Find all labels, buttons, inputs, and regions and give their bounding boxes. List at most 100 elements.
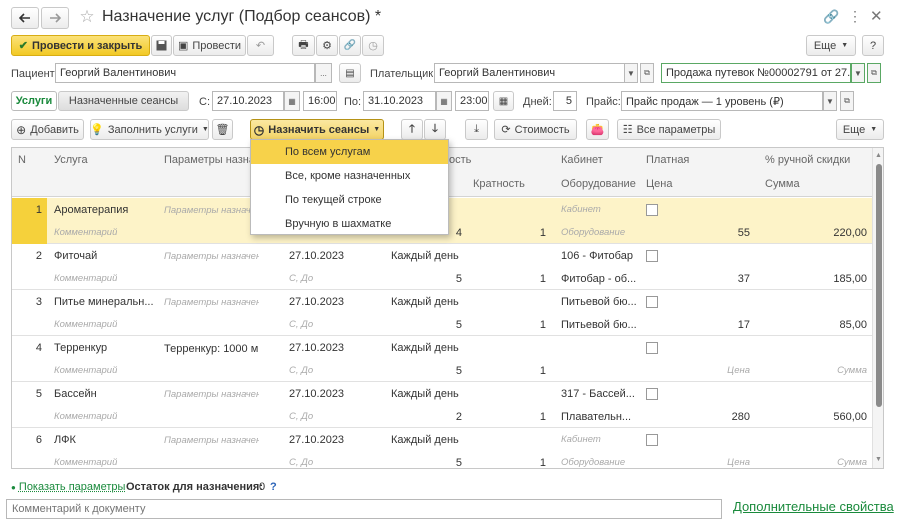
multiplicity[interactable]: 1 xyxy=(512,457,546,468)
service-name[interactable]: Ароматерапия xyxy=(54,204,159,216)
wallet-button[interactable]: 👛 xyxy=(586,119,609,140)
cost-button[interactable]: ⟳ Стоимость xyxy=(494,119,577,140)
start-date[interactable]: 27.10.2023 xyxy=(289,388,344,400)
menu-item-all-services[interactable]: По всем услугам xyxy=(251,140,448,164)
price-list-field[interactable]: Прайс продаж — 1 уровень (₽) xyxy=(621,91,823,111)
table-more-button[interactable]: Еще ▼ xyxy=(836,119,884,140)
table-row[interactable]: 2 Фиточай Комментарий Параметры назначения 2… xyxy=(12,244,872,290)
date-range-placeholder[interactable]: С, До xyxy=(289,411,313,422)
time-from-field[interactable]: 16:00 xyxy=(303,91,337,111)
assignment-params[interactable]: Параметры назначения xyxy=(164,389,259,400)
scroll-down-icon[interactable]: ▼ xyxy=(875,456,882,463)
sale-open-button[interactable]: ⧉ xyxy=(867,63,881,83)
start-date[interactable]: 27.10.2023 xyxy=(289,434,344,446)
sale-document-field[interactable]: Продажа путевок №00002791 от 27.10. xyxy=(661,63,851,83)
close-icon[interactable]: ✕ xyxy=(870,7,883,25)
menu-item-except-assigned[interactable]: Все, кроме назначенных xyxy=(251,164,448,188)
patient-field[interactable]: Георгий Валентинович xyxy=(55,63,315,83)
comment-placeholder[interactable]: Комментарий xyxy=(54,273,117,284)
service-name[interactable]: Терренкур xyxy=(54,342,159,354)
paid-checkbox[interactable] xyxy=(646,204,658,216)
price-dropdown[interactable]: ▼ xyxy=(823,91,837,111)
sum[interactable]: 85,00 xyxy=(802,319,867,331)
start-date[interactable]: 27.10.2023 xyxy=(289,342,344,354)
room[interactable]: Кабинет xyxy=(561,434,636,445)
assignment-params[interactable]: Параметры назначения xyxy=(164,297,259,308)
payer-field[interactable]: Георгий Валентинович xyxy=(434,63,626,83)
frequency[interactable]: Каждый день xyxy=(391,388,459,400)
back-button[interactable] xyxy=(11,7,39,29)
additional-properties-link[interactable]: Дополнительные свойства xyxy=(733,499,894,514)
frequency[interactable]: Каждый день xyxy=(391,296,459,308)
equipment[interactable]: Фитобар - об... xyxy=(561,273,636,285)
sum[interactable]: Сумма xyxy=(802,365,867,376)
paid-checkbox[interactable] xyxy=(646,296,658,308)
quantity[interactable]: 2 xyxy=(432,411,462,423)
scroll-up-icon[interactable]: ▲ xyxy=(875,152,882,159)
delete-button[interactable]: 🗑 xyxy=(212,119,233,140)
quantity[interactable]: 5 xyxy=(432,273,462,285)
menu-kebab-icon[interactable]: ⋮ xyxy=(848,8,862,25)
assign-sessions-button[interactable]: ◷ Назначить сеансы ▼ xyxy=(250,119,384,140)
equipment[interactable]: Оборудование xyxy=(561,227,636,238)
add-button[interactable]: ⊕ Добавить xyxy=(11,119,84,140)
scroll-thumb[interactable] xyxy=(876,164,882,407)
table-row[interactable]: 4 Терренкур Комментарий Терренкур: 1000 м. 2… xyxy=(12,336,872,382)
vertical-scrollbar[interactable]: ▲ ▼ xyxy=(872,148,883,468)
start-date[interactable]: 27.10.2023 xyxy=(289,250,344,262)
sum[interactable]: 220,00 xyxy=(802,227,867,239)
paid-checkbox[interactable] xyxy=(646,250,658,262)
sum[interactable]: 560,00 xyxy=(802,411,867,423)
multiplicity[interactable]: 1 xyxy=(512,319,546,331)
post-button[interactable]: ▣ Провести xyxy=(173,35,246,56)
price[interactable]: Цена xyxy=(692,365,750,376)
sum[interactable]: Сумма xyxy=(802,457,867,468)
all-params-button[interactable]: ☷ Все параметры xyxy=(617,119,721,140)
time-to-field[interactable]: 23:00 xyxy=(455,91,489,111)
comment-placeholder[interactable]: Комментарий xyxy=(54,411,117,422)
frequency[interactable]: Каждый день xyxy=(391,250,459,262)
post-and-close-button[interactable]: ✔ Провести и закрыть xyxy=(11,35,150,56)
menu-item-current-row[interactable]: По текущей строке xyxy=(251,188,448,212)
table-row[interactable]: 3 Питье минеральн... Комментарий Параметры … xyxy=(12,290,872,336)
date-range-placeholder[interactable]: С, До xyxy=(289,365,313,376)
sum[interactable]: 185,00 xyxy=(802,273,867,285)
cancel-post-button[interactable]: ↶ xyxy=(247,35,274,56)
forward-button[interactable] xyxy=(41,7,69,29)
room[interactable]: Кабинет xyxy=(561,204,636,215)
assignment-params[interactable]: Параметры назначения xyxy=(164,205,259,216)
history-button[interactable]: ◷ xyxy=(362,35,384,56)
payer-open-button[interactable]: ⧉ xyxy=(640,63,654,83)
schedule-button[interactable]: ▦ xyxy=(493,91,514,111)
date-to-calendar[interactable]: ▦ xyxy=(436,91,452,111)
help-button[interactable]: ? xyxy=(862,35,884,56)
more-button[interactable]: Еще ▼ xyxy=(806,35,856,56)
move-up-button[interactable]: 🡑 xyxy=(401,119,423,140)
show-params-link[interactable]: ● Показать параметры xyxy=(11,481,125,493)
service-name[interactable]: Питье минеральн... xyxy=(54,296,159,308)
tab-services[interactable]: Услуги xyxy=(11,91,57,111)
paid-checkbox[interactable] xyxy=(646,388,658,400)
start-date[interactable]: 27.10.2023 xyxy=(289,296,344,308)
price[interactable]: 280 xyxy=(692,411,750,423)
room[interactable]: 106 - Фитобар xyxy=(561,250,636,262)
paid-checkbox[interactable] xyxy=(646,342,658,354)
table-row[interactable]: 6 ЛФК Комментарий Параметры назначения 27.10… xyxy=(12,428,872,468)
patient-card-button[interactable]: ▤ xyxy=(339,63,361,83)
multiplicity[interactable]: 1 xyxy=(512,365,546,377)
tab-assigned-sessions[interactable]: Назначенные сеансы xyxy=(58,91,189,111)
remaining-help-link[interactable]: ? xyxy=(270,481,277,493)
equipment[interactable]: Плавательн... xyxy=(561,411,636,423)
save-button[interactable] xyxy=(151,35,172,56)
structure-button[interactable]: ⚙ xyxy=(316,35,338,56)
move-down-button[interactable]: 🡓 xyxy=(424,119,446,140)
paid-checkbox[interactable] xyxy=(646,434,658,446)
service-name[interactable]: Бассейн xyxy=(54,388,159,400)
date-to-field[interactable]: 31.10.2023 xyxy=(363,91,436,111)
comment-placeholder[interactable]: Комментарий xyxy=(54,457,117,468)
comment-placeholder[interactable]: Комментарий xyxy=(54,319,117,330)
price-open-button[interactable]: ⧉ xyxy=(840,91,854,111)
date-from-calendar[interactable]: ▦ xyxy=(284,91,300,111)
room[interactable]: Питьевой бю... xyxy=(561,296,636,308)
multiplicity[interactable]: 1 xyxy=(512,227,546,239)
